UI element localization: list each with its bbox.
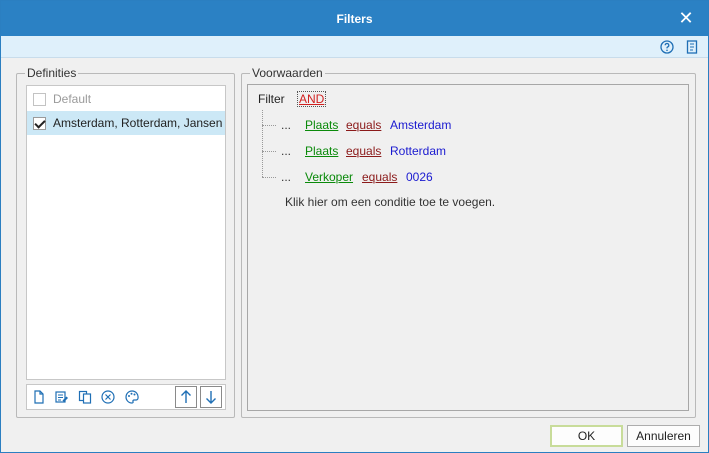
filter-operator[interactable]: AND (296, 91, 327, 107)
conditions-group: Voorwaarden Filter AND ... Plaats equals… (241, 66, 696, 418)
conditions-panel: Filter AND ... Plaats equals Amsterdam .… (247, 84, 689, 411)
ok-button[interactable]: OK (550, 425, 623, 447)
tree-line (262, 177, 276, 178)
add-condition-hint[interactable]: Klik hier om een conditie toe te voegen. (285, 195, 495, 209)
copy-icon[interactable] (77, 389, 93, 405)
palette-icon[interactable] (124, 389, 140, 405)
condition-comparator[interactable]: equals (362, 170, 397, 184)
move-up-button[interactable] (175, 386, 197, 408)
list-item[interactable]: Amsterdam, Rotterdam, Jansen (27, 111, 225, 135)
definitions-list[interactable]: Default Amsterdam, Rotterdam, Jansen (26, 85, 226, 380)
filters-dialog: Filters ✕ Definities Default Amsterdam, … (0, 0, 709, 453)
conditions-legend: Voorwaarden (250, 66, 325, 80)
definitions-legend: Definities (25, 66, 79, 80)
window-title: Filters (336, 12, 373, 26)
condition-comparator[interactable]: equals (346, 118, 381, 132)
filter-label: Filter (258, 92, 285, 106)
move-down-button[interactable] (200, 386, 222, 408)
title-bar: Filters ✕ (1, 1, 708, 36)
document-icon[interactable] (684, 39, 700, 55)
edit-icon[interactable] (54, 389, 70, 405)
arrow-up-icon (176, 390, 196, 410)
row-options[interactable]: ... (281, 144, 291, 158)
tree-line (262, 151, 276, 152)
row-options[interactable]: ... (281, 118, 291, 132)
condition-comparator[interactable]: equals (346, 144, 381, 158)
list-item[interactable]: Default (27, 87, 225, 111)
tree-line (262, 125, 276, 126)
toolstrip (1, 36, 708, 58)
delete-icon[interactable] (100, 389, 116, 405)
cancel-button[interactable]: Annuleren (627, 425, 700, 447)
close-icon[interactable]: ✕ (676, 8, 696, 28)
list-item-label: Amsterdam, Rotterdam, Jansen (53, 116, 223, 130)
condition-value[interactable]: Rotterdam (390, 144, 446, 158)
arrow-down-icon (201, 391, 221, 410)
condition-value[interactable]: Amsterdam (390, 118, 451, 132)
condition-field[interactable]: Verkoper (305, 170, 353, 184)
row-options[interactable]: ... (281, 170, 291, 184)
help-icon[interactable] (659, 39, 675, 55)
default-checkbox[interactable] (33, 92, 46, 106)
list-item-label: Default (53, 92, 92, 106)
definition-checkbox[interactable] (33, 116, 46, 130)
definitions-toolbar (26, 384, 226, 410)
new-document-icon[interactable] (31, 389, 47, 405)
definitions-group: Definities Default Amsterdam, Rotterdam,… (16, 66, 235, 418)
tree-line (262, 110, 263, 177)
condition-field[interactable]: Plaats (305, 118, 338, 132)
condition-field[interactable]: Plaats (305, 144, 338, 158)
condition-value[interactable]: 0026 (406, 170, 433, 184)
